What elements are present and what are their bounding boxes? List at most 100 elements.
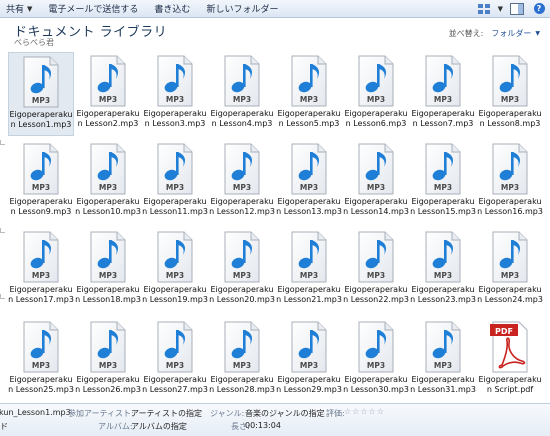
mp3-badge-text: MP3: [166, 361, 184, 370]
new-folder-button[interactable]: 新しいフォルダー: [198, 0, 286, 18]
mp3-file-icon: MP3: [88, 143, 128, 195]
file-name: Eigoperaperakun Lesson28.mp3: [209, 375, 275, 394]
file-item[interactable]: MP3 Eigoperaperakun Lesson17.mp3: [8, 228, 74, 312]
arrange-chevron-down-icon[interactable]: ▼: [535, 30, 540, 37]
file-item[interactable]: MP3 Eigoperaperakun Lesson29.mp3: [276, 318, 342, 402]
length-value: 00:13:04: [245, 421, 281, 430]
arrange-dropdown[interactable]: フォルダー: [491, 28, 531, 39]
mp3-file-icon: MP3: [155, 55, 195, 107]
file-item[interactable]: MP3 Eigoperaperakun Lesson5.mp3: [276, 52, 342, 136]
mp3-file-icon: MP3: [356, 55, 396, 107]
file-item[interactable]: MP3 Eigoperaperakun Lesson18.mp3: [75, 228, 141, 312]
mp3-badge-text: MP3: [300, 95, 318, 104]
genre-field[interactable]: 音楽のジャンルの指定: [245, 408, 325, 419]
mp3-badge-text: MP3: [99, 183, 117, 192]
file-item[interactable]: MP3 Eigoperaperakun Lesson21.mp3: [276, 228, 342, 312]
mp3-file-icon: MP3: [289, 55, 329, 107]
mp3-badge-text: MP3: [434, 95, 452, 104]
album-field[interactable]: アルバムの指定: [131, 421, 187, 432]
view-options-icon[interactable]: [476, 2, 492, 16]
file-item[interactable]: MP3 Eigoperaperakun Lesson16.mp3: [477, 140, 543, 224]
mp3-file-icon: MP3: [289, 231, 329, 283]
details-type: ド: [0, 422, 8, 431]
scroll-edge-mark: [0, 294, 5, 299]
file-item[interactable]: MP3 Eigoperaperakun Lesson14.mp3: [343, 140, 409, 224]
mp3-badge-text: MP3: [501, 271, 519, 280]
file-grid: MP3 Eigoperaperakun Lesson1.mp3 MP3 Eigoper…: [8, 52, 550, 400]
arrange-label: 並べ替え:: [448, 29, 484, 38]
file-item[interactable]: MP3 Eigoperaperakun Lesson31.mp3: [410, 318, 476, 402]
file-name: Eigoperaperakun Lesson17.mp3: [8, 285, 74, 304]
mp3-file-icon: MP3: [88, 321, 128, 373]
file-item[interactable]: MP3 Eigoperaperakun Lesson19.mp3: [142, 228, 208, 312]
email-button[interactable]: 電子メールで送信する: [40, 0, 146, 18]
file-item[interactable]: MP3 Eigoperaperakun Lesson11.mp3: [142, 140, 208, 224]
artist-field[interactable]: アーティストの指定: [131, 408, 202, 419]
scroll-edge-mark: [0, 228, 5, 233]
file-item[interactable]: MP3 Eigoperaperakun Lesson13.mp3: [276, 140, 342, 224]
mp3-file-icon: MP3: [356, 143, 396, 195]
file-item[interactable]: MP3 Eigoperaperakun Lesson10.mp3: [75, 140, 141, 224]
file-name: Eigoperaperakun Lesson25.mp3: [8, 375, 74, 394]
file-name: Eigoperaperakun Lesson22.mp3: [343, 285, 409, 304]
burn-label: 書き込む: [154, 5, 191, 15]
mp3-file-icon: MP3: [21, 321, 61, 373]
mp3-file-icon: MP3: [88, 55, 128, 107]
mp3-file-icon: MP3: [356, 321, 396, 373]
mp3-badge-text: MP3: [233, 183, 251, 192]
file-item[interactable]: MP3 Eigoperaperakun Lesson28.mp3: [209, 318, 275, 402]
preview-pane-icon[interactable]: [509, 2, 525, 16]
mp3-file-icon: MP3: [490, 143, 530, 195]
file-name: Eigoperaperakun Lesson27.mp3: [142, 375, 208, 394]
mp3-badge-text: MP3: [166, 183, 184, 192]
file-item[interactable]: MP3 Eigoperaperakun Lesson15.mp3: [410, 140, 476, 224]
library-subtitle: べらべら君: [14, 38, 54, 47]
view-chevron-down-icon[interactable]: ▼: [498, 5, 503, 13]
arrange-by: 並べ替え: フォルダー ▼: [449, 28, 540, 39]
file-item[interactable]: MP3 Eigoperaperakun Lesson7.mp3: [410, 52, 476, 136]
mp3-file-icon: MP3: [423, 231, 463, 283]
help-icon[interactable]: ?: [531, 2, 547, 16]
mp3-badge-text: MP3: [501, 95, 519, 104]
file-item[interactable]: MP3 Eigoperaperakun Lesson8.mp3: [477, 52, 543, 136]
file-item[interactable]: MP3 Eigoperaperakun Lesson20.mp3: [209, 228, 275, 312]
file-name: Eigoperaperakun Lesson14.mp3: [343, 197, 409, 216]
file-item[interactable]: MP3 Eigoperaperakun Lesson25.mp3: [8, 318, 74, 402]
file-item[interactable]: PDF Eigoperaperakun Script.pdf: [477, 318, 543, 402]
share-button[interactable]: 共有 ▼: [0, 0, 40, 18]
mp3-badge-text: MP3: [300, 183, 318, 192]
file-item[interactable]: MP3 Eigoperaperakun Lesson4.mp3: [209, 52, 275, 136]
file-item[interactable]: MP3 Eigoperaperakun Lesson30.mp3: [343, 318, 409, 402]
mp3-badge-text: MP3: [233, 361, 251, 370]
mp3-badge-text: MP3: [434, 271, 452, 280]
file-item[interactable]: MP3 Eigoperaperakun Lesson26.mp3: [75, 318, 141, 402]
file-item[interactable]: MP3 Eigoperaperakun Lesson12.mp3: [209, 140, 275, 224]
mp3-badge-text: MP3: [233, 271, 251, 280]
pdf-badge-text: PDF: [495, 327, 513, 336]
file-item[interactable]: MP3 Eigoperaperakun Lesson23.mp3: [410, 228, 476, 312]
burn-button[interactable]: 書き込む: [146, 0, 198, 18]
mp3-badge-text: MP3: [166, 271, 184, 280]
details-filename: kun_Lesson1.mp3: [0, 408, 71, 417]
mp3-badge-text: MP3: [434, 361, 452, 370]
file-item[interactable]: MP3 Eigoperaperakun Lesson9.mp3: [8, 140, 74, 224]
file-name: Eigoperaperakun Lesson26.mp3: [75, 375, 141, 394]
file-name: Eigoperaperakun Lesson5.mp3: [277, 109, 341, 128]
file-item[interactable]: MP3 Eigoperaperakun Lesson22.mp3: [343, 228, 409, 312]
mp3-file-icon: MP3: [21, 231, 61, 283]
mp3-file-icon: MP3: [155, 143, 195, 195]
file-item[interactable]: MP3 Eigoperaperakun Lesson6.mp3: [343, 52, 409, 136]
file-item[interactable]: MP3 Eigoperaperakun Lesson27.mp3: [142, 318, 208, 402]
file-item[interactable]: MP3 Eigoperaperakun Lesson3.mp3: [142, 52, 208, 136]
file-item[interactable]: MP3 Eigoperaperakun Lesson2.mp3: [75, 52, 141, 136]
file-name: Eigoperaperakun Lesson7.mp3: [411, 109, 475, 128]
mp3-badge-text: MP3: [32, 96, 50, 105]
mp3-badge-text: MP3: [233, 95, 251, 104]
file-name: Eigoperaperakun Lesson23.mp3: [410, 285, 476, 304]
file-item[interactable]: MP3 Eigoperaperakun Lesson1.mp3: [8, 52, 74, 136]
genre-label: ジャンル:: [210, 409, 245, 418]
file-item[interactable]: MP3 Eigoperaperakun Lesson24.mp3: [477, 228, 543, 312]
rating-stars[interactable]: ☆☆☆☆☆: [344, 407, 385, 416]
mp3-file-icon: MP3: [88, 231, 128, 283]
mp3-badge-text: MP3: [367, 95, 385, 104]
